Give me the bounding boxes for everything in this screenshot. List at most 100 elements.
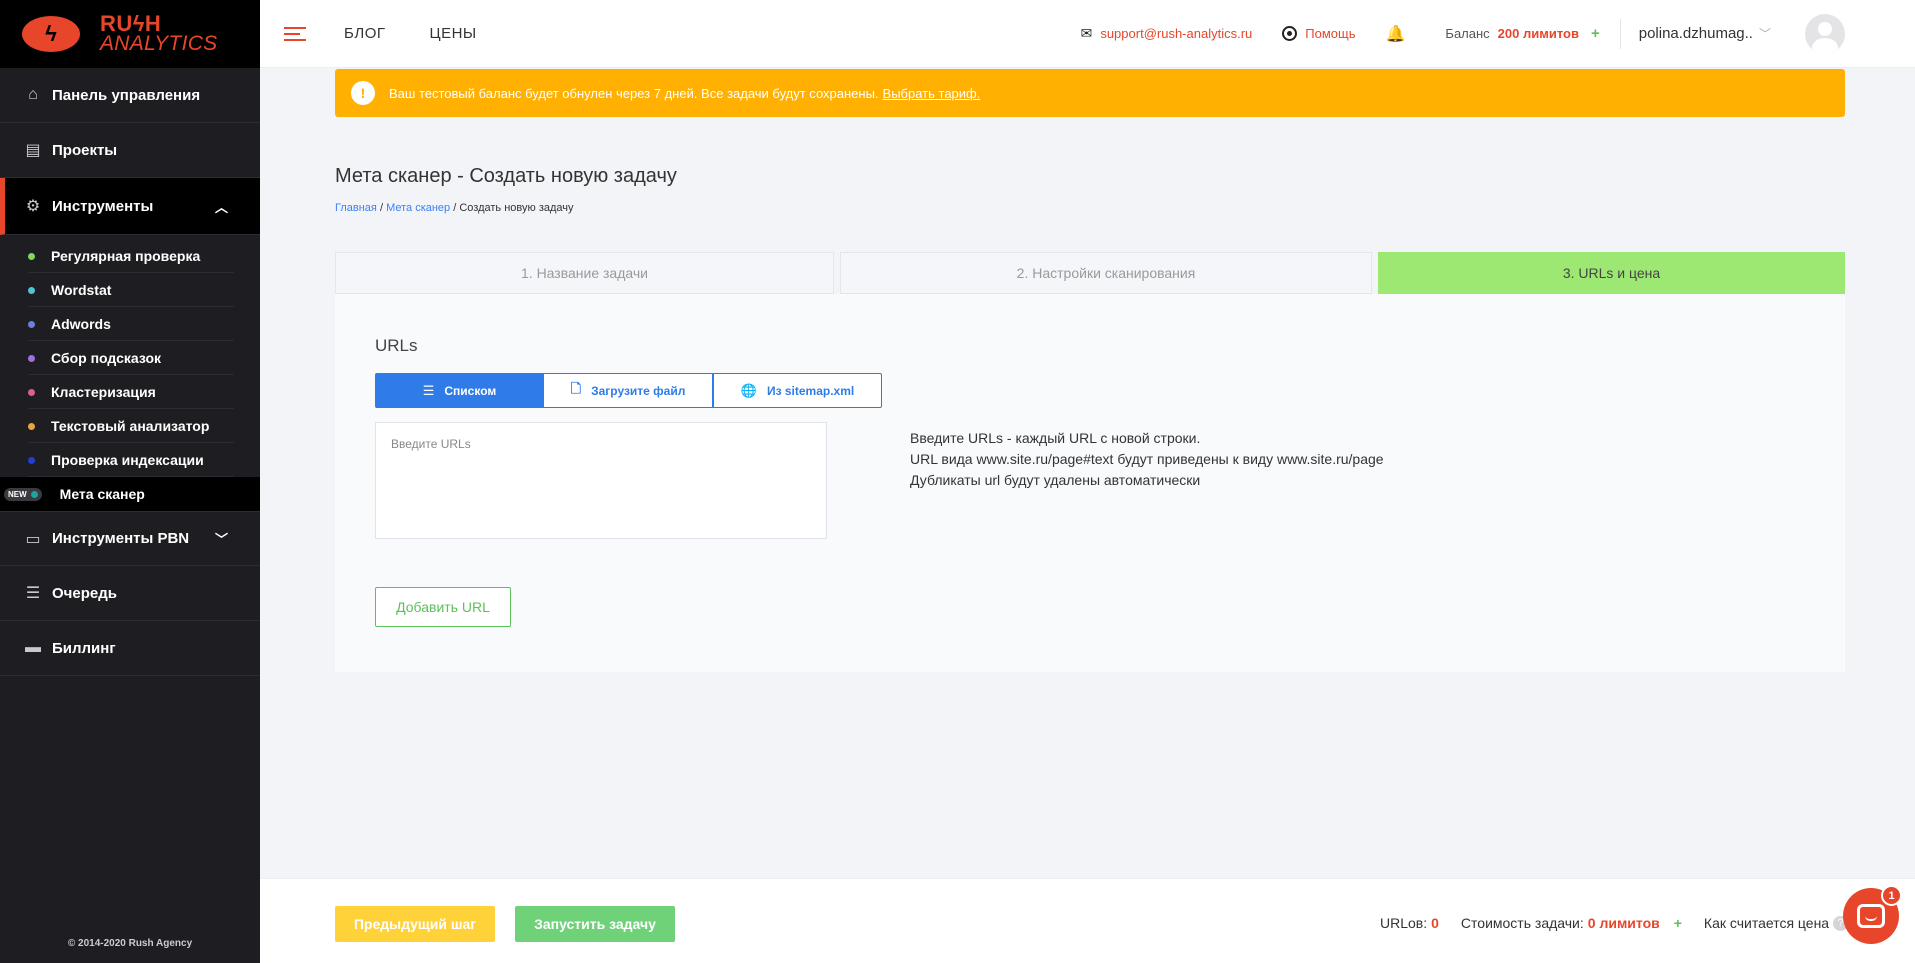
step-task-name[interactable]: 1. Название задачи — [335, 252, 834, 294]
urls-input[interactable] — [375, 422, 827, 539]
projects-icon: ▤ — [25, 142, 41, 159]
breadcrumb: Главная / Мета сканер / Создать новую за… — [335, 202, 574, 214]
add-balance-icon[interactable]: + — [1591, 25, 1600, 42]
home-icon: ⌂ — [28, 86, 38, 103]
menu-toggle-icon[interactable] — [284, 26, 306, 41]
user-menu[interactable]: polina.dzhumag.. ﹀ — [1619, 18, 1771, 49]
support-email: support@rush-analytics.ru — [1100, 26, 1253, 41]
sidebar-subitem-suggestions[interactable]: Сбор подсказок — [0, 341, 260, 375]
logo[interactable]: ϟ RUϟH ANALYTICS — [0, 0, 260, 68]
sidebar-subitem-text-analyzer[interactable]: Текстовый анализатор — [0, 409, 260, 443]
sidebar-item-pbn-tools[interactable]: ▭ Инструменты PBN ﹀ — [0, 511, 260, 566]
sidebar-subitem-label: Adwords — [51, 316, 111, 332]
hint-line: URL вида www.site.ru/page#text будут при… — [910, 451, 1384, 467]
alert-text: Ваш тестовый баланс будет обнулен через … — [389, 85, 879, 101]
breadcrumb-current: Создать новую задачу — [459, 202, 574, 214]
sidebar-item-queue[interactable]: ☰ Очередь — [0, 566, 260, 621]
sidebar-subitem-label: Мета сканер — [59, 486, 145, 502]
folder-icon: ▭ — [25, 530, 41, 548]
tab-upload-file[interactable]: 🗋 Загрузите файл — [544, 373, 713, 408]
balance-value: 200 лимитов — [1497, 26, 1579, 41]
logo-line2: ANALYTICS — [100, 32, 218, 55]
file-icon: 🗋 — [570, 380, 582, 396]
task-summary: URLов: 0 Стоимость задачи: 0 лимитов + К… — [1380, 915, 1849, 931]
urls-label: URLs — [375, 336, 418, 355]
choose-plan-link[interactable]: Выбрать тариф. — [883, 86, 981, 101]
mail-icon: ✉ — [1080, 25, 1093, 41]
help-link[interactable]: Помощь — [1282, 26, 1355, 41]
previous-step-button[interactable]: Предыдущий шаг — [335, 906, 495, 942]
help-label: Помощь — [1305, 26, 1356, 41]
avatar[interactable] — [1805, 13, 1845, 54]
chevron-up-icon: ︿ — [214, 199, 228, 215]
sidebar: ϟ RUϟH ANALYTICS ⌂ Панель управления ▤ П… — [0, 0, 260, 963]
sidebar-item-billing[interactable]: ▬ Биллинг — [0, 621, 260, 676]
breadcrumb-home[interactable]: Главная — [335, 202, 377, 214]
logo-line1: RUϟH — [100, 11, 162, 36]
sidebar-item-label: Инструменты — [52, 197, 154, 215]
sidebar-subitem-adwords[interactable]: Adwords — [0, 307, 260, 341]
sidebar-item-label: Панель управления — [52, 86, 201, 104]
support-link[interactable]: ✉ support@rush-analytics.ru — [1081, 25, 1253, 42]
urls-count-label: URLов: — [1380, 915, 1428, 931]
step-scan-settings[interactable]: 2. Настройки сканирования — [840, 252, 1372, 294]
sidebar-item-label: Проекты — [52, 141, 118, 159]
user-name: polina.dzhumag.. — [1638, 25, 1753, 42]
bullet-icon — [28, 422, 35, 430]
balance-label: Баланс — [1445, 26, 1490, 41]
sidebar-subitem-label: Текстовый анализатор — [51, 418, 210, 434]
urls-count-value: 0 — [1431, 915, 1439, 931]
chat-widget-button[interactable]: 1 — [1843, 885, 1902, 944]
chevron-down-icon: ﹀ — [214, 532, 228, 547]
sidebar-subitem-meta-scanner[interactable]: NEW Мета сканер — [0, 477, 260, 511]
step-urls-price[interactable]: 3. URLs и цена — [1378, 252, 1845, 294]
billing-icon: ▬ — [25, 639, 41, 656]
tab-label: Загрузите файл — [591, 383, 686, 398]
sidebar-item-tools[interactable]: ⚙ Инструменты ︿ — [0, 178, 260, 235]
sidebar-item-projects[interactable]: ▤ Проекты — [0, 123, 260, 178]
lifebuoy-icon — [1282, 26, 1298, 41]
warning-icon: ! — [351, 81, 375, 105]
list-icon: ☰ — [422, 382, 435, 398]
tools-icon: ⚙ — [25, 198, 41, 215]
bullet-icon — [30, 490, 38, 498]
chat-unread-badge: 1 — [1881, 885, 1902, 906]
sidebar-subitem-wordstat[interactable]: Wordstat — [0, 273, 260, 307]
run-task-button[interactable]: Запустить задачу — [515, 906, 675, 942]
logo-text: RUϟH ANALYTICS — [100, 11, 218, 55]
tab-sitemap[interactable]: 🌐 Из sitemap.xml — [713, 373, 882, 408]
sidebar-subitem-regular-check[interactable]: Регулярная проверка — [0, 239, 260, 273]
bell-icon[interactable]: 🔔 — [1385, 24, 1405, 44]
add-url-button[interactable]: Добавить URL — [375, 587, 511, 627]
breadcrumb-meta-scanner[interactable]: Мета сканер — [386, 202, 450, 214]
sidebar-item-dashboard[interactable]: ⌂ Панель управления — [0, 68, 260, 123]
tab-list[interactable]: ☰ Списком — [375, 373, 544, 408]
sidebar-subitem-label: Wordstat — [51, 282, 112, 298]
sidebar-subitem-label: Проверка индексации — [51, 452, 204, 468]
cost-value: 0 лимитов — [1587, 915, 1660, 931]
trial-alert: ! Ваш тестовый баланс будет обнулен чере… — [335, 69, 1845, 117]
breadcrumb-separator: / — [379, 202, 383, 214]
urls-source-tabs: ☰ Списком 🗋 Загрузите файл 🌐 Из sitemap.… — [375, 373, 882, 408]
hint-line: Дубликаты url будут удалены автоматическ… — [910, 472, 1201, 488]
balance: Баланс 200 лимитов + — [1445, 25, 1599, 42]
add-limits-icon[interactable]: + — [1674, 915, 1682, 931]
new-badge-label: NEW — [8, 489, 27, 499]
sidebar-item-label: Инструменты PBN — [52, 530, 190, 547]
cost-label: Стоимость задачи: — [1460, 915, 1584, 931]
tab-label: Из sitemap.xml — [766, 383, 855, 398]
globe-icon: 🌐 — [740, 382, 757, 398]
logo-mark-icon: ϟ — [22, 16, 80, 52]
sidebar-subitem-index-check[interactable]: Проверка индексации — [0, 443, 260, 477]
bullet-icon — [28, 252, 35, 260]
breadcrumb-separator: / — [453, 202, 457, 214]
sidebar-subitem-label: Регулярная проверка — [51, 248, 201, 264]
hint-line: Введите URLs - каждый URL с новой строки… — [910, 430, 1201, 446]
sidebar-subitem-clustering[interactable]: Кластеризация — [0, 375, 260, 409]
how-price-calculated-link[interactable]: Как считается цена — [1704, 915, 1829, 931]
nav-link-blog[interactable]: БЛОГ — [344, 25, 385, 42]
sidebar-item-label: Очередь — [52, 584, 117, 602]
wizard-steps: 1. Название задачи 2. Настройки сканиров… — [335, 252, 1845, 294]
tools-submenu: Регулярная проверка Wordstat Adwords Сбо… — [0, 235, 260, 511]
nav-link-prices[interactable]: ЦЕНЫ — [429, 25, 476, 42]
